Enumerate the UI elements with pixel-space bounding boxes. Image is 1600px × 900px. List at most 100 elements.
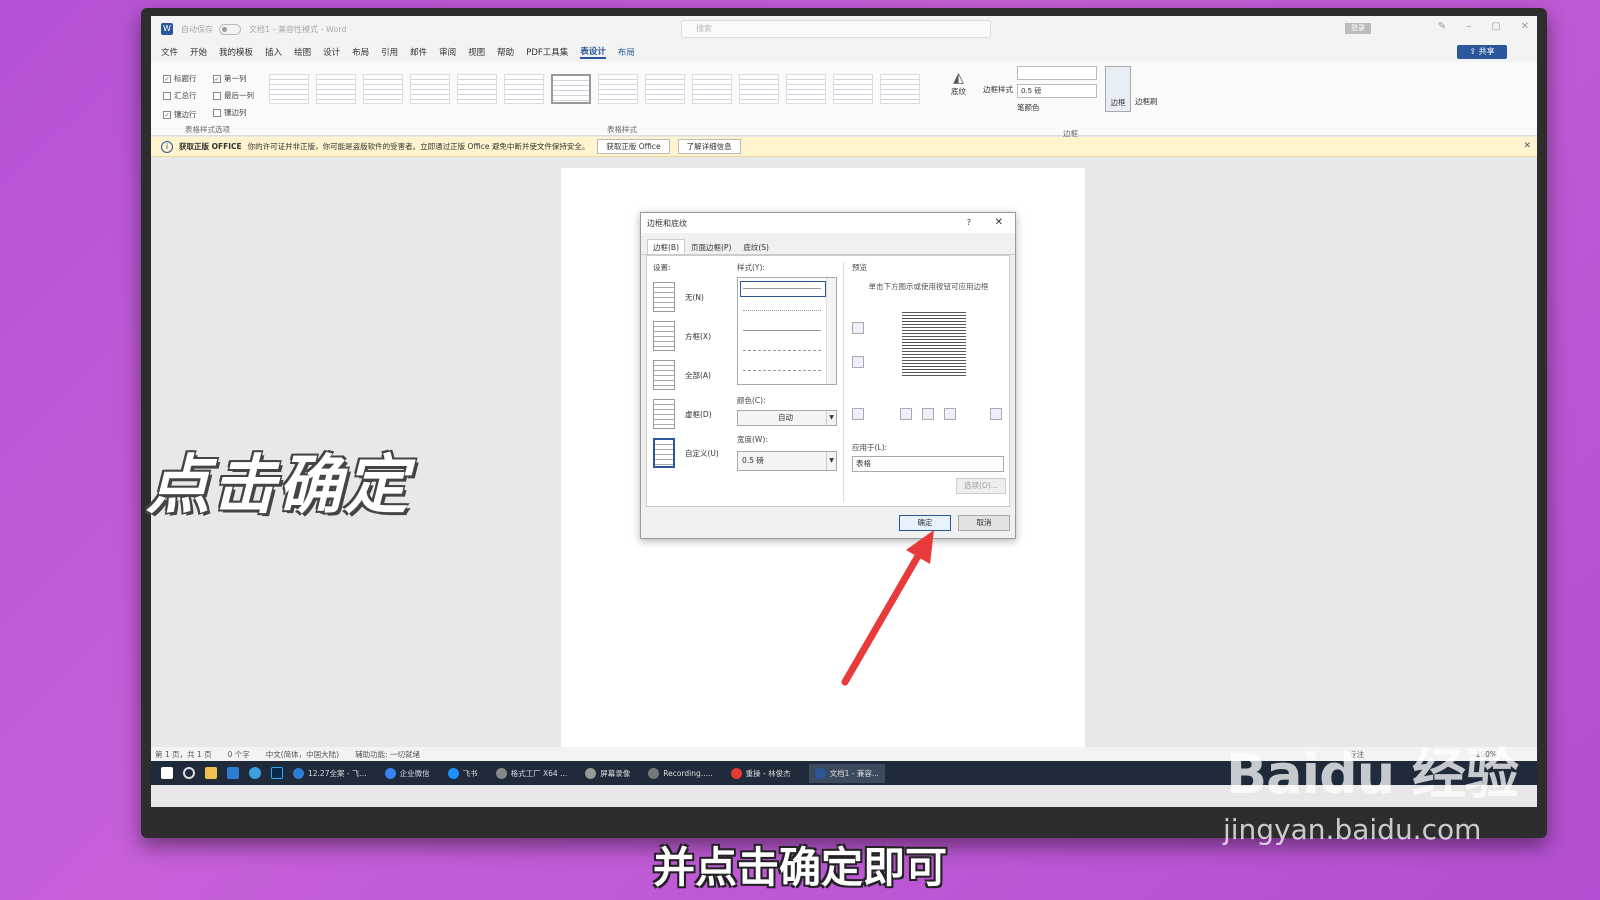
table-style-thumb[interactable] — [739, 74, 779, 104]
table-style-thumb[interactable] — [692, 74, 732, 104]
menu-item[interactable]: 引用 — [381, 46, 398, 58]
taskbar-app[interactable]: 飞书 — [447, 767, 478, 779]
table-style-thumb[interactable] — [880, 74, 920, 104]
table-style-thumb[interactable] — [269, 74, 309, 104]
menu-item[interactable]: 设计 — [323, 46, 340, 58]
table-option-checkbox[interactable]: 最后一列 — [213, 87, 263, 104]
table-style-thumb[interactable] — [363, 74, 403, 104]
dialog-close-icon[interactable]: ✕ — [995, 217, 1003, 228]
taskbar-app[interactable]: Recording..... — [648, 767, 713, 779]
line-style-dotted[interactable] — [743, 310, 821, 311]
line-style-combo[interactable] — [1017, 66, 1097, 80]
table-style-thumb-selected[interactable] — [551, 74, 591, 104]
mail-icon[interactable] — [227, 767, 239, 779]
taskbar-app-label: 格式工厂 X64 ... — [510, 768, 568, 778]
border-inside-v-icon[interactable] — [922, 408, 934, 420]
table-style-thumb[interactable] — [457, 74, 497, 104]
preview-table[interactable] — [902, 310, 966, 376]
menu-item[interactable]: 视图 — [468, 46, 485, 58]
autosave-toggle[interactable] — [219, 23, 241, 35]
menu-item[interactable]: 文件 — [161, 46, 178, 58]
border-inside-h-icon[interactable] — [852, 356, 864, 368]
maximize-icon[interactable]: ▢ — [1491, 21, 1500, 32]
taskbar-app[interactable]: 格式工厂 X64 ... — [495, 767, 568, 779]
menu-item[interactable]: 插入 — [265, 46, 282, 58]
minimize-icon[interactable]: – — [1466, 21, 1471, 32]
infobar-close-icon[interactable]: ✕ — [1523, 141, 1531, 151]
table-style-thumb[interactable] — [786, 74, 826, 104]
width-combo[interactable]: 0.5 磅 ▼ — [737, 451, 837, 471]
table-option-checkbox[interactable]: 镶边列 — [213, 104, 263, 121]
search-icon[interactable] — [183, 767, 195, 779]
style-scrollbar[interactable] — [826, 278, 836, 384]
border-painter-button[interactable]: 边框刷 — [1135, 96, 1158, 107]
menu-item[interactable]: 布局 — [352, 46, 369, 58]
ok-button[interactable]: 确定 — [899, 515, 951, 531]
help-icon[interactable]: ? — [967, 218, 971, 227]
tab-shading[interactable]: 底纹(S) — [737, 239, 775, 254]
share-button[interactable]: ⇪ 共享 — [1457, 45, 1507, 59]
borders-button[interactable]: 边框 — [1105, 66, 1131, 112]
tab-page-border[interactable]: 页面边框(P) — [685, 239, 737, 254]
table-style-thumb[interactable] — [410, 74, 450, 104]
pen-color-button[interactable]: 笔颜色 — [1017, 102, 1040, 113]
setting-none[interactable]: 无(N) — [653, 282, 729, 312]
menu-item[interactable]: 绘图 — [294, 46, 311, 58]
line-style-solid[interactable] — [743, 288, 821, 289]
table-style-thumb[interactable] — [833, 74, 873, 104]
setting-grid[interactable]: 虚框(D) — [653, 399, 729, 429]
menu-item[interactable]: 开始 — [190, 46, 207, 58]
menu-item[interactable]: 审阅 — [439, 46, 456, 58]
border-diag-down-icon[interactable] — [852, 408, 864, 420]
cancel-button[interactable]: 取消 — [958, 515, 1010, 531]
pen-weight-combo[interactable]: 0.5 磅 — [1017, 84, 1097, 98]
close-icon[interactable]: ✕ — [1521, 21, 1529, 32]
windows-start-icon[interactable] — [161, 767, 173, 779]
taskbar-app[interactable]: 12.27全案 - 飞... — [293, 767, 367, 779]
table-style-thumb[interactable] — [504, 74, 544, 104]
options-button[interactable]: 选项(O)... — [956, 478, 1006, 494]
line-style-solid-thin[interactable] — [743, 330, 821, 331]
login-button[interactable]: 登录 — [1345, 23, 1371, 34]
line-style-dash-dot[interactable] — [743, 370, 821, 371]
border-right-icon[interactable] — [944, 408, 956, 420]
taskbar-app[interactable]: 重操 - 林俊杰 — [730, 767, 791, 779]
setting-custom[interactable]: 自定义(U) — [653, 438, 729, 468]
taskbar-app[interactable]: 屏幕录像 — [585, 767, 630, 779]
file-explorer-icon[interactable] — [205, 767, 217, 779]
search-box[interactable]: 搜索 — [681, 20, 991, 38]
table-option-checkbox[interactable]: ✓ 标题行 — [163, 70, 213, 87]
table-style-thumb[interactable] — [598, 74, 638, 104]
border-top-icon[interactable] — [852, 322, 864, 334]
line-style-dashed[interactable] — [743, 350, 821, 351]
border-diag-up-icon[interactable] — [990, 408, 1002, 420]
table-option-checkbox[interactable]: ✓ 镶边行 — [163, 106, 213, 123]
color-combo[interactable]: 自动 ▼ — [737, 410, 837, 426]
border-styles-button[interactable]: 边框样式 — [983, 84, 1013, 95]
qq-icon[interactable] — [249, 767, 261, 779]
menu-item[interactable]: 我的模板 — [219, 46, 253, 58]
table-style-thumb[interactable] — [645, 74, 685, 104]
shading-button[interactable]: ◭ 底纹 — [951, 70, 966, 97]
table-option-checkbox[interactable]: 汇总行 — [163, 87, 213, 104]
setting-box[interactable]: 方框(X) — [653, 321, 729, 351]
table-style-thumb[interactable] — [316, 74, 356, 104]
table-option-checkbox[interactable]: ✓ 第一列 — [213, 70, 263, 87]
menu-item[interactable]: 表设计 — [580, 45, 606, 59]
pen-icon[interactable]: ✎ — [1438, 21, 1446, 32]
learn-more-button[interactable]: 了解详细信息 — [677, 139, 741, 154]
menu-item[interactable]: PDF工具集 — [526, 46, 568, 58]
taskbar-app[interactable]: 文档1 - 兼容... — [808, 763, 886, 783]
apply-to-combo[interactable]: 表格 — [852, 456, 1004, 472]
line-style-list[interactable] — [737, 277, 837, 385]
photoshop-icon[interactable] — [271, 767, 283, 779]
get-office-button[interactable]: 获取正版 Office — [597, 139, 670, 154]
menu-item[interactable]: 布局 — [618, 46, 635, 58]
border-left-icon[interactable] — [900, 408, 912, 420]
menu-item[interactable]: 邮件 — [410, 46, 427, 58]
accessibility-status[interactable]: 辅助功能: 一切就绪 — [355, 749, 420, 760]
setting-all[interactable]: 全部(A) — [653, 360, 729, 390]
menu-item[interactable]: 帮助 — [497, 46, 514, 58]
taskbar-app[interactable]: 企业微信 — [384, 767, 430, 779]
tab-borders[interactable]: 边框(B) — [647, 239, 685, 254]
